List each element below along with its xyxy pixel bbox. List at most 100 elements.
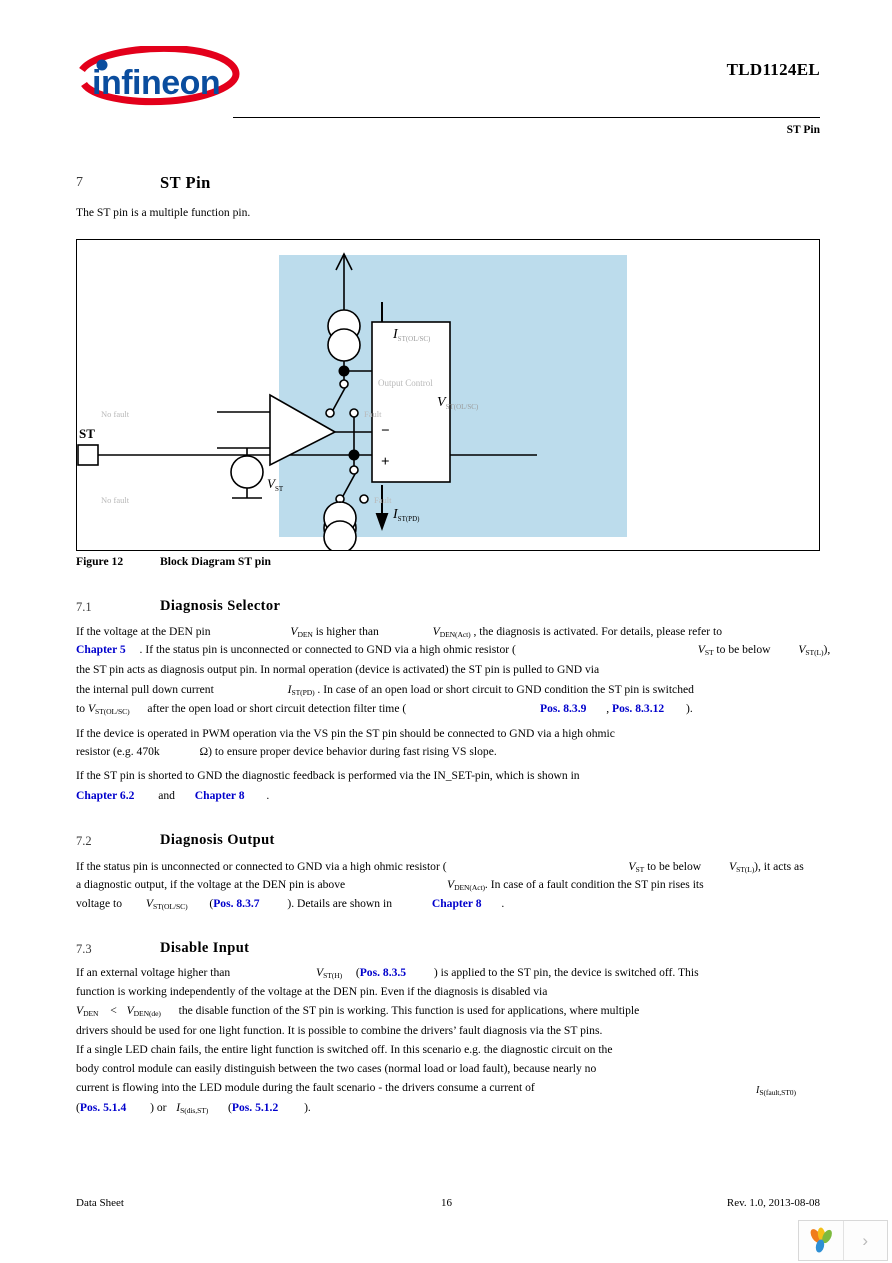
- var-vden-sub: DEN: [297, 629, 313, 639]
- var-vstolsc-2: V: [145, 897, 153, 910]
- p71-line1: If the voltage at the DEN pin V DEN is hi…: [76, 626, 722, 638]
- text-run: voltage to: [76, 897, 123, 910]
- link-pos-8-3-7[interactable]: Pos. 8.3.7: [213, 897, 259, 910]
- link-pos-8-3-5[interactable]: Pos. 8.3.5: [360, 966, 406, 979]
- text-run: to be below: [716, 643, 771, 656]
- var-vst: V: [697, 643, 705, 656]
- chevron-right-icon: ›: [862, 1230, 869, 1250]
- ohm-symbol: Ω: [199, 745, 209, 758]
- text-run: ) to ensure proper device behavior durin…: [208, 745, 497, 758]
- link-chapter-5[interactable]: Chapter 5: [76, 643, 126, 656]
- footer-revision: Rev. 1.0, 2013-08-08: [726, 1197, 820, 1209]
- footer-page-number: 16: [441, 1197, 452, 1209]
- var-vdenact: V: [432, 625, 440, 638]
- var-vdenact-sub: DEN(Act): [439, 629, 471, 639]
- p73-line1: If an external voltage higher than VST(H…: [76, 967, 699, 979]
- p71-line2: Chapter 5 . If the status pin is unconne…: [76, 644, 830, 656]
- header-divider: [233, 117, 820, 118]
- text-run: a diagnostic output, if the voltage at t…: [76, 878, 346, 891]
- text-run: If the voltage at the DEN pin: [76, 625, 211, 638]
- leaf-logo-icon: [810, 1227, 832, 1252]
- var-isdisst-sub: S(dis,ST): [180, 1105, 209, 1115]
- var-vstl-2-sub: ST(L): [736, 864, 755, 874]
- p72-line1: If the status pin is unconnected or conn…: [76, 861, 804, 873]
- link-pos-5-1-4[interactable]: Pos. 5.1.4: [80, 1101, 126, 1114]
- var-vden-2-sub: DEN: [83, 1008, 99, 1018]
- next-page-button[interactable]: ›: [843, 1221, 887, 1260]
- link-pos-5-1-2[interactable]: Pos. 5.1.2: [232, 1101, 278, 1114]
- figure-12-box: ST No fault Fault No fault Fault IST(OL/…: [76, 239, 820, 551]
- link-chapter-8-b[interactable]: Chapter 8: [432, 897, 482, 910]
- text-run: ) or: [150, 1101, 167, 1114]
- p71-line7: resistor (e.g. 470k Ω) to ensure proper …: [76, 746, 497, 758]
- page-header: infineon TLD1124EL ST Pin: [0, 0, 892, 145]
- text-run: ),: [823, 643, 831, 656]
- heading-7-3-number: 7.3: [76, 942, 92, 956]
- var-vstolsc-sub: ST(OL/SC): [95, 706, 130, 716]
- link-pos-8-3-12[interactable]: Pos. 8.3.12: [612, 702, 664, 715]
- text-run: If an external voltage higher than: [76, 966, 231, 979]
- viewer-overlay: ›: [798, 1220, 888, 1261]
- var-vdende: V: [126, 1004, 134, 1017]
- less-than-symbol: <: [110, 1004, 117, 1017]
- var-vsth-sub: ST(H): [323, 970, 343, 980]
- text-run: .: [501, 897, 505, 910]
- text-run: If the status pin is unconnected or conn…: [76, 860, 447, 873]
- infineon-logo: infineon: [78, 46, 248, 118]
- p71-line4: the internal pull down current IST(PD) .…: [76, 684, 694, 696]
- var-istpd-sub: ST(PD): [291, 687, 315, 697]
- text-run: is higher than: [315, 625, 379, 638]
- text-run: to be below: [647, 860, 702, 873]
- text-run: ) is applied to the ST pin, the device i…: [433, 966, 699, 979]
- figure-caption-label: Figure 12: [76, 555, 124, 568]
- heading-7-2-number: 7.2: [76, 834, 92, 848]
- var-vdenact-2: V: [446, 878, 455, 891]
- text-run: ).: [686, 702, 693, 715]
- p73-line5: If a single LED chain fails, the entire …: [76, 1043, 613, 1056]
- header-section-tag: ST Pin: [786, 124, 820, 136]
- p72-line3: voltage to VST(OL/SC) (Pos. 8.3.7 ). Det…: [76, 898, 504, 910]
- heading-7-1-number: 7.1: [76, 600, 92, 614]
- figure-caption-title: Block Diagram ST pin: [160, 555, 271, 568]
- heading-7-title: ST Pin: [160, 173, 211, 192]
- text-run: the disable function of the ST pin is wo…: [178, 1004, 640, 1017]
- block-diagram-st-pin: [77, 252, 537, 550]
- p72-line2: a diagnostic output, if the voltage at t…: [76, 879, 704, 891]
- var-vdenact-2-sub: DEN(Act): [454, 882, 485, 892]
- var-vst-2: V: [628, 860, 636, 873]
- text-run: , the diagnosis is activated. For detail…: [473, 625, 723, 638]
- p71-line9: Chapter 6.2 and Chapter 8 .: [76, 790, 269, 802]
- p71-line3: the ST pin acts as diagnosis output pin.…: [76, 663, 600, 676]
- var-isfaultst0-sub: S(fault,ST0): [759, 1087, 796, 1097]
- link-chapter-8-a[interactable]: Chapter 8: [195, 789, 245, 802]
- p73-line7-var: IS(fault,ST0): [756, 1086, 796, 1097]
- p71-line5: to VST(OL/SC) after the open load or sho…: [76, 703, 693, 715]
- footer-doc-type: Data Sheet: [76, 1197, 124, 1209]
- heading-7-1-title: Diagnosis Selector: [160, 598, 281, 614]
- text-run: . In case of an open load or short circu…: [317, 683, 694, 696]
- intro-paragraph: The ST pin is a multiple function pin.: [76, 206, 251, 219]
- link-pos-8-3-9[interactable]: Pos. 8.3.9: [540, 702, 586, 715]
- text-run: after the open load or short circuit det…: [147, 702, 407, 715]
- p73-line2: function is working independently of the…: [76, 985, 548, 998]
- text-run: ,: [606, 702, 610, 715]
- p73-line3: VDEN < VDEN(de) the disable function of …: [76, 1005, 639, 1017]
- var-vstl-sub: ST(L): [805, 647, 824, 657]
- var-vstolsc-2-sub: ST(OL/SC): [152, 901, 188, 911]
- p73-line8: (Pos. 5.1.4 ) or IS(dis,ST) (Pos. 5.1.2 …: [76, 1102, 311, 1114]
- text-run: .: [266, 789, 270, 802]
- svg-text:infineon: infineon: [92, 64, 220, 102]
- text-run: the internal pull down current: [76, 683, 214, 696]
- leaf-logo-button[interactable]: [799, 1221, 843, 1260]
- heading-7-number: 7: [76, 175, 83, 190]
- text-run: . In case of a fault condition the ST pi…: [484, 878, 704, 891]
- var-vstl-2: V: [728, 860, 737, 873]
- heading-7-3-title: Disable Input: [160, 940, 250, 956]
- var-vst-sub: ST: [704, 647, 714, 657]
- p73-line4: drivers should be used for one light fun…: [76, 1024, 603, 1037]
- text-run: and: [158, 789, 175, 802]
- p73-line7: current is flowing into the LED module d…: [76, 1081, 535, 1094]
- link-chapter-6-2[interactable]: Chapter 6.2: [76, 789, 134, 802]
- text-run: to: [76, 702, 86, 715]
- document-title: TLD1124EL: [726, 60, 820, 79]
